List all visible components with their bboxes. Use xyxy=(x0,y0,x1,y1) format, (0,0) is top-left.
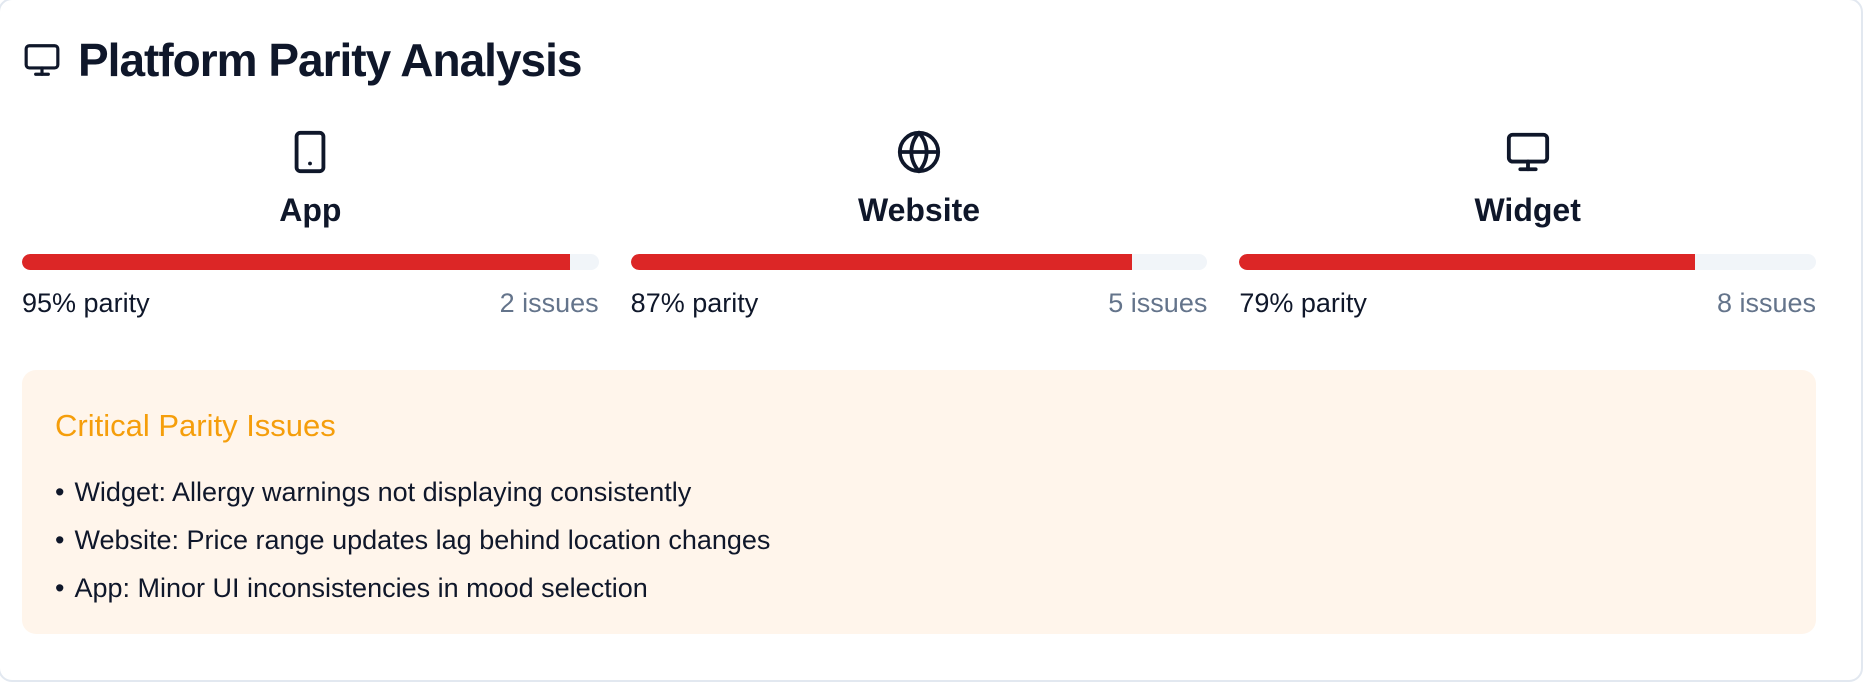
parity-value: 79% parity xyxy=(1239,288,1367,318)
critical-issues-list: • Widget: Allergy warnings not displayin… xyxy=(55,468,1783,612)
list-item: • App: Minor UI inconsistencies in mood … xyxy=(55,564,1783,612)
issue-text: Website: Price range updates lag behind … xyxy=(74,525,771,555)
issues-count: 8 issues xyxy=(1716,288,1817,318)
issue-text: Widget: Allergy warnings not displaying … xyxy=(74,477,692,507)
parity-progress-bar xyxy=(630,254,1208,270)
platform-stats: 87% parity 5 issues xyxy=(631,288,1208,319)
parity-progress-bar xyxy=(22,254,599,270)
platform-name: App xyxy=(279,192,342,228)
platform-name: Website xyxy=(857,192,981,228)
platform-stats: 95% parity 2 issues xyxy=(22,288,599,319)
globe-icon xyxy=(631,128,1208,176)
parity-value: 95% parity xyxy=(22,288,150,318)
bullet: • xyxy=(55,525,65,555)
issues-count: 5 issues xyxy=(1108,288,1208,318)
platform-name: Widget xyxy=(1474,192,1581,228)
parity-progress-bar xyxy=(1239,254,1817,270)
smartphone-icon xyxy=(22,128,599,176)
parity-card: Platform Parity Analysis App 95% parity … xyxy=(0,0,1863,682)
card-header: Platform Parity Analysis xyxy=(22,28,582,92)
parity-progress-fill xyxy=(1239,254,1695,270)
platform-list: App 95% parity 2 issues Website 87% pari… xyxy=(22,128,1817,319)
monitor-icon xyxy=(1239,128,1816,176)
parity-progress-fill xyxy=(630,254,1133,270)
parity-value: 87% parity xyxy=(630,288,759,318)
critical-issues-panel: Critical Parity Issues • Widget: Allergy… xyxy=(22,370,1816,634)
platform-website: Website 87% parity 5 issues xyxy=(630,128,1208,319)
bullet: • xyxy=(55,477,65,507)
page-title: Platform Parity Analysis xyxy=(78,34,582,86)
issue-text: App: Minor UI inconsistencies in mood se… xyxy=(74,573,648,603)
monitor-icon xyxy=(22,40,62,80)
list-item: • Website: Price range updates lag behin… xyxy=(55,516,1783,564)
platform-app: App 95% parity 2 issues xyxy=(22,128,599,319)
list-item: • Widget: Allergy warnings not displayin… xyxy=(55,468,1783,516)
bullet: • xyxy=(55,573,65,603)
critical-issues-title: Critical Parity Issues xyxy=(55,408,336,443)
parity-progress-fill xyxy=(22,254,570,270)
platform-stats: 79% parity 8 issues xyxy=(1239,288,1816,319)
platform-widget: Widget 79% parity 8 issues xyxy=(1239,128,1817,319)
issues-count: 2 issues xyxy=(499,288,599,318)
